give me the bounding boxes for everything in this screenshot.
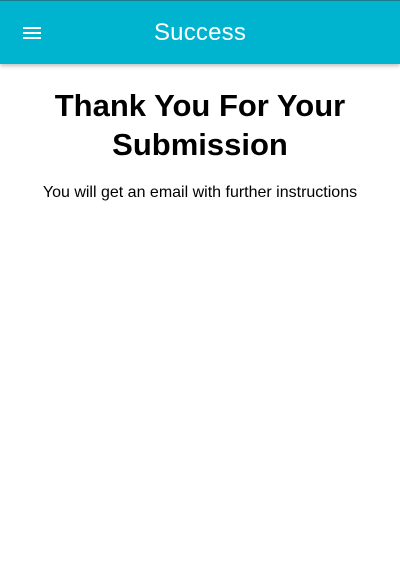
app-toolbar: Success <box>0 1 400 64</box>
page-title: Success <box>153 19 247 46</box>
success-heading: Thank You For Your Submission <box>54 88 346 162</box>
menu-button[interactable] <box>12 13 52 53</box>
main-content: Thank You For Your Submission You will g… <box>0 86 400 203</box>
success-message: You will get an email with further instr… <box>42 184 358 201</box>
app-screen: Success Thank You For Your Submission Yo… <box>0 0 400 575</box>
hamburger-menu-icon <box>23 27 41 39</box>
